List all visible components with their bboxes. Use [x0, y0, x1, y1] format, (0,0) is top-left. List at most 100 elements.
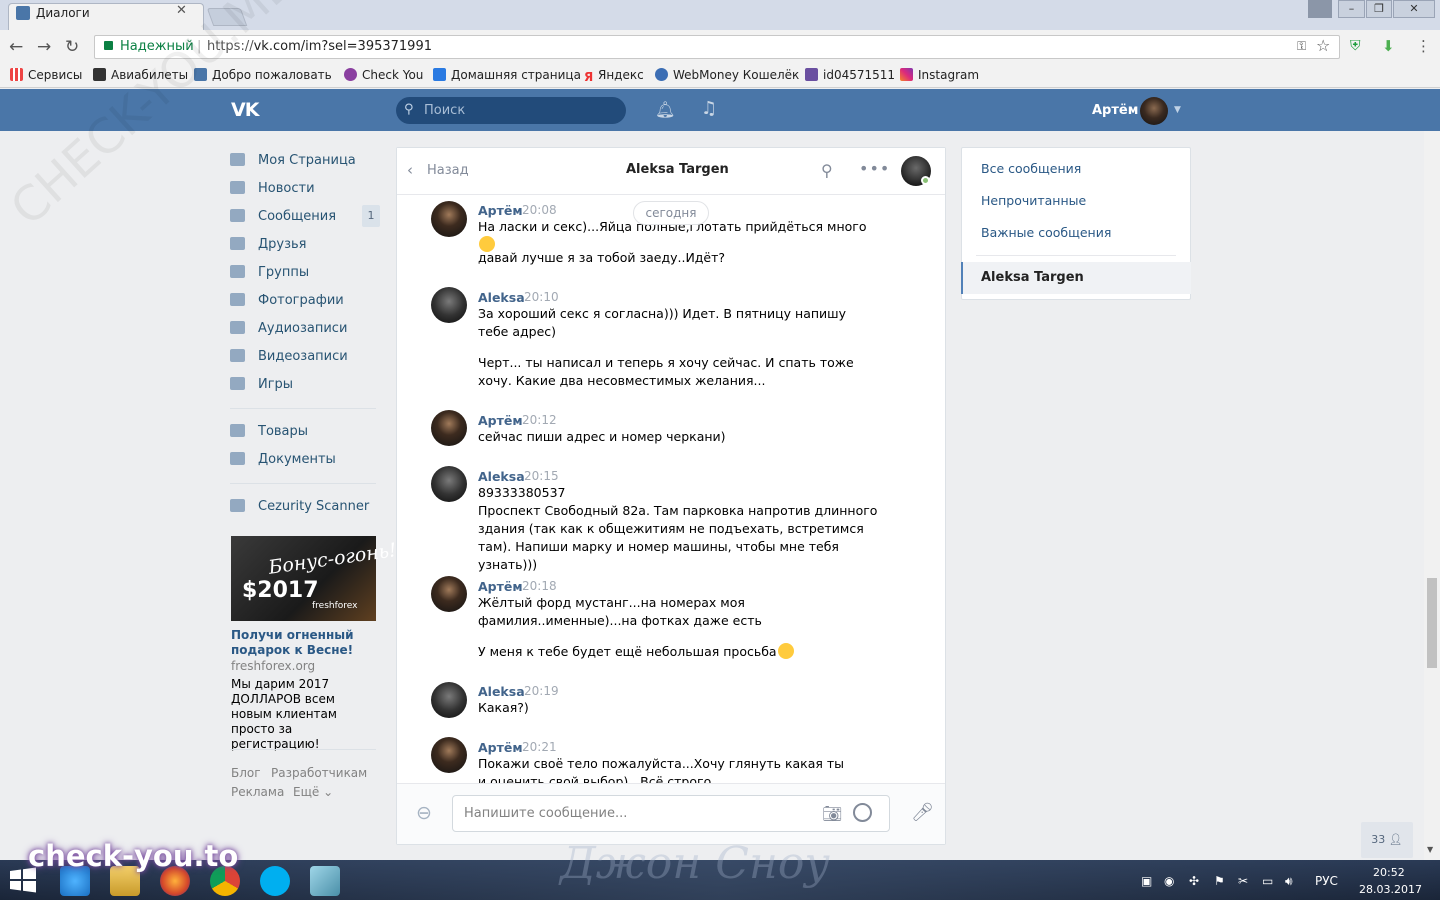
footer-link-more[interactable]: Ещё ⌄: [293, 785, 333, 799]
header-user-name[interactable]: Артём: [1092, 103, 1138, 118]
message-avatar[interactable]: [431, 201, 467, 237]
header-avatar[interactable]: [1140, 97, 1168, 125]
profile-icon[interactable]: [1308, 0, 1332, 18]
ad-domain[interactable]: freshforex.org: [231, 659, 315, 673]
bell-icon[interactable]: 🔔︎: [655, 100, 675, 119]
bookmark-home-page[interactable]: Домашняя страница: [433, 68, 581, 82]
browser-menu-icon[interactable]: ⋮: [1416, 37, 1431, 55]
clock-date[interactable]: 28.03.2017: [1359, 883, 1422, 896]
docs-icon: [230, 452, 245, 465]
menu-item-photos[interactable]: Фотографии: [230, 293, 344, 315]
s-icon: [805, 68, 818, 81]
tray-icon[interactable]: ▣: [1141, 874, 1152, 888]
message-author[interactable]: Aleksa: [478, 469, 525, 484]
message-avatar[interactable]: [431, 682, 467, 718]
reload-icon[interactable]: ↻: [65, 37, 79, 57]
message-avatar[interactable]: [431, 737, 467, 773]
bookmark-yandex[interactable]: Я Яндекс: [584, 68, 644, 84]
ad-title[interactable]: Получи огненный подарок к Весне!: [231, 628, 376, 658]
volume-icon[interactable]: 🔊︎: [1285, 874, 1293, 889]
messages-icon: [230, 209, 245, 222]
language-indicator[interactable]: РУС: [1315, 874, 1338, 888]
back-arrow-icon[interactable]: ←: [9, 37, 23, 57]
games-icon: [230, 377, 245, 390]
search-icon: ⚲: [404, 102, 414, 117]
tab-close-icon[interactable]: ✕: [176, 3, 187, 18]
filter-important[interactable]: Важные сообщения: [981, 225, 1111, 240]
shield-extension-icon[interactable]: ⛨: [1350, 38, 1361, 54]
minimize-button[interactable]: –: [1338, 0, 1365, 18]
vk-search-input[interactable]: Поиск: [424, 103, 465, 118]
tray-icon[interactable]: ⚑: [1214, 874, 1225, 888]
message-author[interactable]: Aleksa: [478, 290, 525, 305]
message-avatar[interactable]: [431, 287, 467, 323]
footer-link-developers[interactable]: Разработчикам: [271, 766, 367, 780]
menu-item-docs[interactable]: Документы: [230, 452, 336, 474]
message-input[interactable]: Напишите сообщение...: [464, 806, 627, 821]
person-icon: 👤︎: [1388, 833, 1403, 846]
menu-item-groups[interactable]: Группы: [230, 265, 309, 287]
music-icon[interactable]: ♫: [701, 98, 717, 119]
bookmark-services[interactable]: Сервисы: [10, 68, 82, 82]
notepad-icon[interactable]: [310, 866, 340, 896]
message-avatar[interactable]: [431, 576, 467, 612]
restore-button[interactable]: ❐: [1366, 0, 1392, 18]
tray-icon[interactable]: ◉: [1164, 874, 1174, 888]
chevron-left-icon[interactable]: ‹: [407, 161, 413, 179]
message-time: 20:10: [524, 290, 559, 304]
tab-title: Диалоги: [36, 6, 90, 20]
window-close-button[interactable]: ✕: [1393, 0, 1435, 18]
message-author[interactable]: Артём: [478, 740, 523, 755]
message-author[interactable]: Aleksa: [478, 684, 525, 699]
filter-active-label[interactable]: Aleksa Targen: [981, 270, 1084, 285]
scroll-down-icon[interactable]: ▼: [1427, 845, 1433, 854]
message-history[interactable]: Артём 20:08 На ласки и секс)...Яйца полн…: [397, 196, 945, 783]
menu-item-games[interactable]: Игры: [230, 377, 293, 399]
menu-item-video[interactable]: Видеозаписи: [230, 349, 348, 371]
bookmark-check-you[interactable]: Check You: [344, 68, 423, 82]
chevron-down-icon[interactable]: ▼: [1174, 105, 1181, 115]
footer-link-ads[interactable]: Реклама: [231, 785, 284, 799]
clock-time[interactable]: 20:52: [1373, 866, 1405, 879]
footer-link-blog[interactable]: Блог: [231, 766, 261, 780]
menu-item-friends[interactable]: Друзья: [230, 237, 307, 259]
vk-logo-icon[interactable]: VK: [231, 99, 259, 121]
bookmark-webmoney[interactable]: WebMoney Кошелёк: [655, 68, 799, 82]
bookmark-instagram[interactable]: Instagram: [900, 68, 979, 82]
menu-item-audio[interactable]: Аудиозаписи: [230, 321, 347, 343]
filter-all-messages[interactable]: Все сообщения: [981, 161, 1081, 176]
message-author[interactable]: Артём: [478, 203, 523, 218]
message-avatar[interactable]: [431, 410, 467, 446]
emoji-icon[interactable]: [853, 803, 872, 822]
dialog-peer-name[interactable]: Aleksa Targen: [626, 162, 729, 177]
message-avatar[interactable]: [431, 466, 467, 502]
search-icon[interactable]: ⚲: [821, 161, 833, 180]
network-icon[interactable]: ▭: [1262, 874, 1273, 888]
message-author[interactable]: Артём: [478, 413, 523, 428]
menu-item-cezurity[interactable]: Cezurity Scanner: [230, 499, 369, 521]
menu-divider: [230, 483, 376, 484]
download-extension-icon[interactable]: ⬇: [1382, 37, 1395, 55]
page-scrollbar-thumb[interactable]: [1427, 578, 1437, 668]
tray-icon[interactable]: ✣: [1189, 874, 1199, 888]
back-button[interactable]: Назад: [427, 163, 469, 178]
bookmark-id[interactable]: id04571511: [805, 68, 895, 82]
more-icon[interactable]: •••: [859, 159, 890, 178]
filter-unread[interactable]: Непрочитанные: [981, 193, 1086, 208]
menu-item-news[interactable]: Новости: [230, 181, 315, 203]
skype-icon[interactable]: [260, 866, 290, 896]
menu-item-market[interactable]: Товары: [230, 424, 308, 446]
camera-icon[interactable]: 📷︎: [822, 804, 842, 823]
message-text: сейчас пиши адрес и номер черкани): [478, 429, 726, 444]
webmoney-icon: [655, 68, 668, 81]
forward-arrow-icon[interactable]: →: [37, 37, 51, 57]
key-icon[interactable]: ⚿: [1297, 39, 1306, 54]
menu-item-messages[interactable]: Сообщения: [230, 209, 336, 231]
menu-item-my-page[interactable]: Моя Страница: [230, 153, 356, 175]
online-friends-counter[interactable]: 33 👤︎: [1361, 822, 1413, 858]
message-author[interactable]: Артём: [478, 579, 523, 594]
bookmark-star-icon[interactable]: ☆: [1316, 36, 1330, 55]
microphone-icon[interactable]: 🎤︎: [911, 802, 934, 823]
page-scrollbar[interactable]: [1424, 131, 1440, 860]
tray-icon[interactable]: ✂: [1238, 874, 1248, 888]
